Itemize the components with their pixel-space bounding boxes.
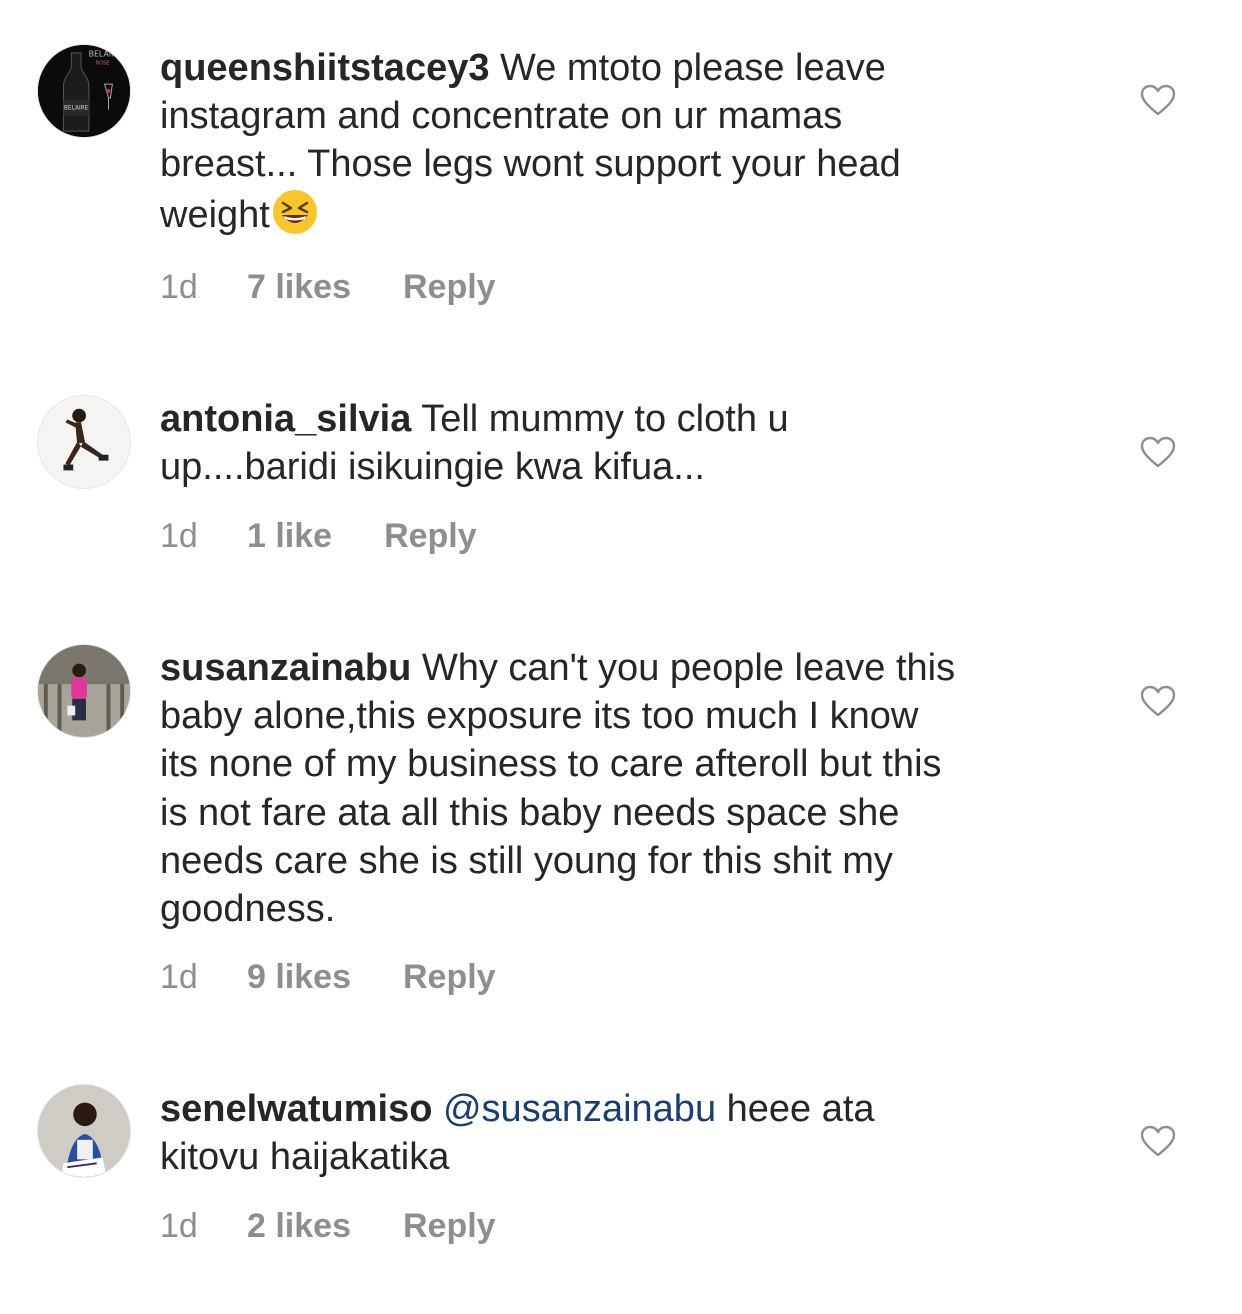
avatar[interactable] bbox=[37, 1084, 131, 1178]
person-avatar-icon bbox=[38, 1085, 130, 1177]
heart-icon bbox=[1140, 685, 1176, 717]
comment-text: antonia_silvia Tell mummy to cloth u up.… bbox=[160, 395, 1090, 491]
avatar[interactable]: BELAIRE BELAIR ROSE bbox=[37, 44, 131, 138]
comment-timestamp: 1d bbox=[160, 268, 198, 306]
comment-meta: 1d 2 likes Reply bbox=[160, 1207, 496, 1246]
reply-button[interactable]: Reply bbox=[403, 958, 496, 997]
like-button[interactable] bbox=[1140, 1125, 1176, 1157]
comment-text: senelwatumiso @susanzainabu heee ata kit… bbox=[160, 1085, 1090, 1181]
comment-meta: 1d 9 likes Reply bbox=[160, 958, 496, 997]
comment-timestamp: 1d bbox=[160, 1207, 198, 1245]
heart-icon bbox=[1140, 436, 1176, 468]
svg-text:ROSE: ROSE bbox=[96, 61, 109, 67]
comment-username[interactable]: antonia_silvia bbox=[160, 398, 411, 440]
comment-mention-link[interactable]: @susanzainabu bbox=[443, 1088, 716, 1130]
grinning-squinting-face-emoji-icon bbox=[272, 189, 317, 234]
avatar-logo-text: BELAIRE bbox=[64, 106, 89, 112]
comment-body: Why can't you people leave this baby alo… bbox=[160, 647, 956, 931]
comment-username[interactable]: senelwatumiso bbox=[160, 1088, 432, 1130]
like-button[interactable] bbox=[1140, 436, 1176, 468]
person-avatar-icon bbox=[38, 396, 130, 488]
comment-text: susanzainabu Why can't you people leave … bbox=[160, 644, 1090, 933]
like-button[interactable] bbox=[1140, 84, 1176, 116]
comment-meta: 1d 1 like Reply bbox=[160, 517, 477, 556]
comment-likes[interactable]: 1 like bbox=[247, 517, 332, 556]
heart-icon bbox=[1140, 84, 1176, 116]
avatar[interactable] bbox=[37, 644, 131, 738]
avatar[interactable] bbox=[37, 395, 131, 489]
comment-meta: 1d 7 likes Reply bbox=[160, 268, 496, 307]
reply-button[interactable]: Reply bbox=[384, 517, 477, 556]
comment-username[interactable]: susanzainabu bbox=[160, 647, 411, 689]
comment-timestamp: 1d bbox=[160, 517, 198, 555]
comment-username[interactable]: queenshiitstacey3 bbox=[160, 47, 489, 89]
reply-button[interactable]: Reply bbox=[403, 1207, 496, 1246]
comment-text: queenshiitstacey3 We mtoto please leave … bbox=[160, 44, 1090, 239]
comment-likes[interactable]: 9 likes bbox=[247, 958, 351, 997]
person-avatar-icon bbox=[38, 645, 130, 737]
reply-button[interactable]: Reply bbox=[403, 268, 496, 307]
comment-likes[interactable]: 7 likes bbox=[247, 268, 351, 307]
comment-likes[interactable]: 2 likes bbox=[247, 1207, 351, 1246]
heart-icon bbox=[1140, 1125, 1176, 1157]
comment-timestamp: 1d bbox=[160, 958, 198, 996]
like-button[interactable] bbox=[1140, 685, 1176, 717]
champagne-bottle-avatar-icon: BELAIRE BELAIR ROSE bbox=[38, 45, 130, 137]
svg-text:BELAIR: BELAIR bbox=[89, 50, 117, 59]
